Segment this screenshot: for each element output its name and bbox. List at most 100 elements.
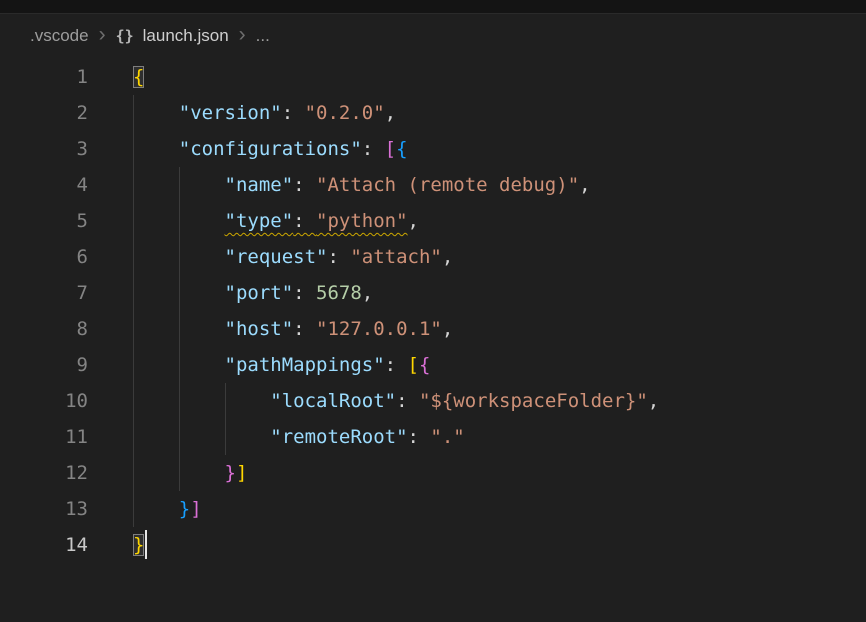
- code-text: }: [133, 527, 147, 563]
- code-text: "version": "0.2.0",: [133, 95, 396, 131]
- code-line[interactable]: 4 "name": "Attach (remote debug)",: [0, 167, 866, 203]
- code-token: ,: [408, 210, 419, 232]
- code-token: :: [385, 354, 408, 376]
- code-text: "name": "Attach (remote debug)",: [133, 167, 591, 203]
- indent-guide: [179, 275, 225, 311]
- indent-guide: [179, 239, 225, 275]
- code-text: }]: [133, 455, 247, 491]
- code-token: ,: [442, 246, 453, 268]
- line-number[interactable]: 1: [0, 59, 88, 95]
- breadcrumb: .vscode › {} launch.json › ...: [0, 14, 866, 58]
- indent-guide: [133, 203, 179, 239]
- indent-guide: [179, 455, 225, 491]
- code-line[interactable]: 6 "request": "attach",: [0, 239, 866, 275]
- code-token: :: [362, 138, 385, 160]
- code-line[interactable]: 8 "host": "127.0.0.1",: [0, 311, 866, 347]
- code-token: "0.2.0": [305, 102, 385, 124]
- line-number[interactable]: 6: [0, 239, 88, 275]
- code-text: {: [133, 59, 144, 95]
- code-line[interactable]: 14}: [0, 527, 866, 563]
- code-token: ,: [579, 174, 590, 196]
- indent-guide: [133, 95, 179, 131]
- code-text: "port": 5678,: [133, 275, 373, 311]
- indent-guide: [133, 311, 179, 347]
- code-token: ]: [236, 462, 247, 484]
- code-text: "host": "127.0.0.1",: [133, 311, 453, 347]
- code-token: "type": [225, 210, 294, 232]
- code-token: "name": [225, 174, 294, 196]
- line-number[interactable]: 9: [0, 347, 88, 383]
- code-line[interactable]: 5 "type": "python",: [0, 203, 866, 239]
- indent-guide: [133, 167, 179, 203]
- chevron-right-icon: ›: [238, 24, 247, 48]
- code-token: "localRoot": [270, 390, 396, 412]
- line-number[interactable]: 11: [0, 419, 88, 455]
- code-token: "host": [225, 318, 294, 340]
- code-token: {: [419, 354, 430, 376]
- line-number[interactable]: 10: [0, 383, 88, 419]
- line-number[interactable]: 7: [0, 275, 88, 311]
- line-number[interactable]: 5: [0, 203, 88, 239]
- indent-guide: [133, 491, 179, 527]
- code-lines: 1{2"version": "0.2.0",3"configurations":…: [0, 59, 866, 563]
- indent-guide: [179, 311, 225, 347]
- code-text: "pathMappings": [{: [133, 347, 430, 383]
- tab-bar-edge: [0, 0, 866, 14]
- indent-guide: [133, 419, 179, 455]
- code-line[interactable]: 9 "pathMappings": [{: [0, 347, 866, 383]
- indent-guide: [179, 383, 225, 419]
- indent-guide: [179, 419, 225, 455]
- code-line[interactable]: 13}]: [0, 491, 866, 527]
- code-line[interactable]: 3 "configurations": [{: [0, 131, 866, 167]
- code-text: "request": "attach",: [133, 239, 453, 275]
- code-token: "request": [225, 246, 328, 268]
- code-editor[interactable]: 1{2"version": "0.2.0",3"configurations":…: [0, 58, 866, 622]
- line-number[interactable]: 4: [0, 167, 88, 203]
- code-line[interactable]: 12}]: [0, 455, 866, 491]
- indent-guide: [133, 383, 179, 419]
- code-token: :: [293, 210, 316, 232]
- code-token: "remoteRoot": [270, 426, 407, 448]
- code-token: "version": [179, 102, 282, 124]
- code-token: }: [133, 534, 144, 556]
- json-braces-icon: {}: [116, 27, 134, 45]
- code-token: :: [293, 174, 316, 196]
- indent-guide: [179, 203, 225, 239]
- line-number[interactable]: 2: [0, 95, 88, 131]
- code-token: [: [408, 354, 419, 376]
- breadcrumb-file[interactable]: launch.json: [143, 26, 229, 46]
- code-line[interactable]: 1{: [0, 59, 866, 95]
- code-token: ".": [430, 426, 464, 448]
- line-number[interactable]: 12: [0, 455, 88, 491]
- line-number[interactable]: 14: [0, 527, 88, 563]
- code-token: :: [293, 282, 316, 304]
- code-token: }: [179, 498, 190, 520]
- code-text: "configurations": [{: [133, 131, 408, 167]
- vscode-editor-window: .vscode › {} launch.json › ... 1{2"versi…: [0, 0, 866, 622]
- code-line[interactable]: 10"localRoot": "${workspaceFolder}",: [0, 383, 866, 419]
- code-text: "type": "python",: [133, 203, 419, 239]
- indent-guide: [179, 347, 225, 383]
- code-token: ,: [442, 318, 453, 340]
- line-number[interactable]: 3: [0, 131, 88, 167]
- text-cursor: [145, 530, 147, 559]
- code-line[interactable]: 7 "port": 5678,: [0, 275, 866, 311]
- indent-guide: [133, 131, 179, 167]
- code-line[interactable]: 2 "version": "0.2.0",: [0, 95, 866, 131]
- code-token: :: [293, 318, 316, 340]
- code-token: :: [396, 390, 419, 412]
- code-token: "configurations": [179, 138, 362, 160]
- code-token: ,: [385, 102, 396, 124]
- code-text: "remoteRoot": ".": [133, 419, 465, 455]
- code-token: :: [282, 102, 305, 124]
- line-number[interactable]: 13: [0, 491, 88, 527]
- code-token: :: [408, 426, 431, 448]
- code-line[interactable]: 11 "remoteRoot": ".": [0, 419, 866, 455]
- code-token: 5678: [316, 282, 362, 304]
- code-text: }]: [133, 491, 202, 527]
- code-token: "python": [316, 210, 408, 232]
- code-token: "127.0.0.1": [316, 318, 442, 340]
- breadcrumb-symbol[interactable]: ...: [256, 26, 270, 46]
- breadcrumb-folder[interactable]: .vscode: [30, 26, 89, 46]
- line-number[interactable]: 8: [0, 311, 88, 347]
